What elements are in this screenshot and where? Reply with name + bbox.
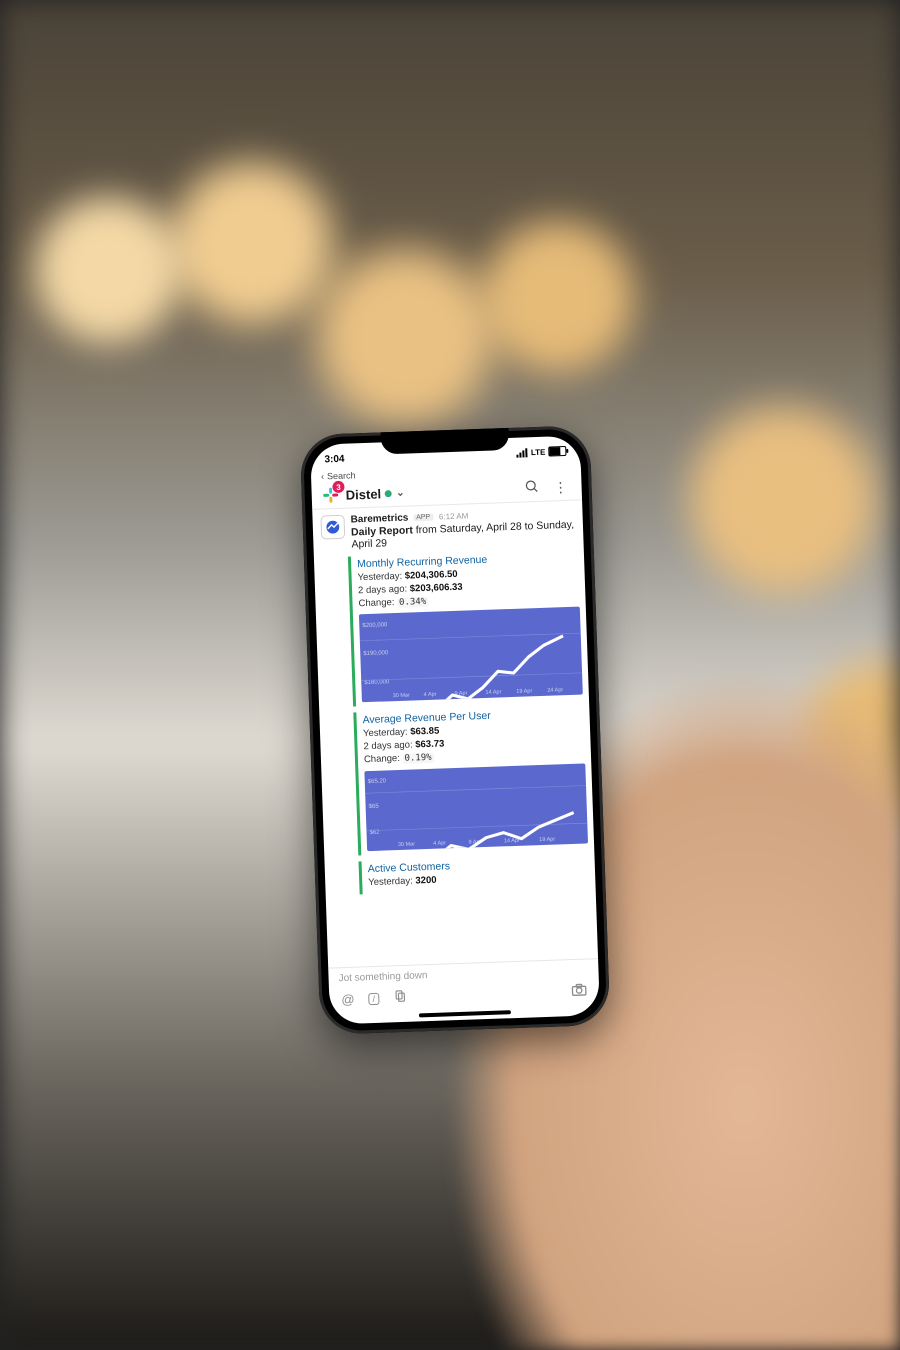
chevron-left-icon: ‹ [321, 471, 324, 481]
back-label: Search [327, 470, 356, 481]
attachment-mrr: Monthly Recurring Revenue Yesterday: $20… [348, 548, 589, 707]
attachment-active-customers: Active Customers Yesterday: 3200 [359, 853, 596, 894]
app-tag: APP [413, 514, 433, 522]
attachment-arpu: Average Revenue Per User Yesterday: $63.… [353, 705, 594, 856]
message-timestamp: 6:12 AM [439, 511, 469, 521]
phone-notch [381, 428, 510, 454]
battery-icon [548, 446, 566, 457]
home-indicator[interactable] [419, 1010, 511, 1017]
workspace-name: Distel [345, 486, 381, 502]
title-prefix: Daily Report [351, 524, 413, 538]
sender-name: Baremetrics [350, 513, 408, 526]
workspace-switcher[interactable]: Distel ⌄ [345, 485, 404, 502]
phone-device: 3:04 LTE ‹ Search 3 Distel ⌄ [300, 425, 611, 1035]
search-icon[interactable] [520, 479, 544, 498]
slack-logo-icon[interactable]: 3 [321, 486, 340, 505]
slash-command-icon[interactable]: / [368, 992, 379, 1004]
phone-screen: 3:04 LTE ‹ Search 3 Distel ⌄ [310, 435, 600, 1024]
presence-dot-icon [385, 490, 392, 497]
more-icon[interactable]: ⋮ [549, 478, 572, 496]
mention-icon[interactable]: @ [341, 992, 355, 1007]
baremetrics-avatar-icon[interactable] [320, 515, 345, 540]
message: Baremetrics APP 6:12 AM Daily Report fro… [312, 500, 583, 551]
camera-icon[interactable] [571, 983, 588, 1001]
network-label: LTE [531, 447, 546, 457]
message-scroll[interactable]: Baremetrics APP 6:12 AM Daily Report fro… [312, 500, 598, 967]
notification-badge: 3 [332, 481, 344, 493]
chevron-down-icon: ⌄ [396, 487, 405, 498]
signal-icon [517, 448, 528, 457]
attachment-icon[interactable] [393, 989, 408, 1006]
mrr-chart[interactable]: $200,000 $190,000 $180,000 30 Mar 4 Apr … [359, 607, 583, 703]
status-time: 3:04 [324, 453, 344, 465]
arpu-chart[interactable]: $65.20 $65 $62 30 Mar 4 Apr 9 Apr 14 Apr… [364, 763, 588, 851]
